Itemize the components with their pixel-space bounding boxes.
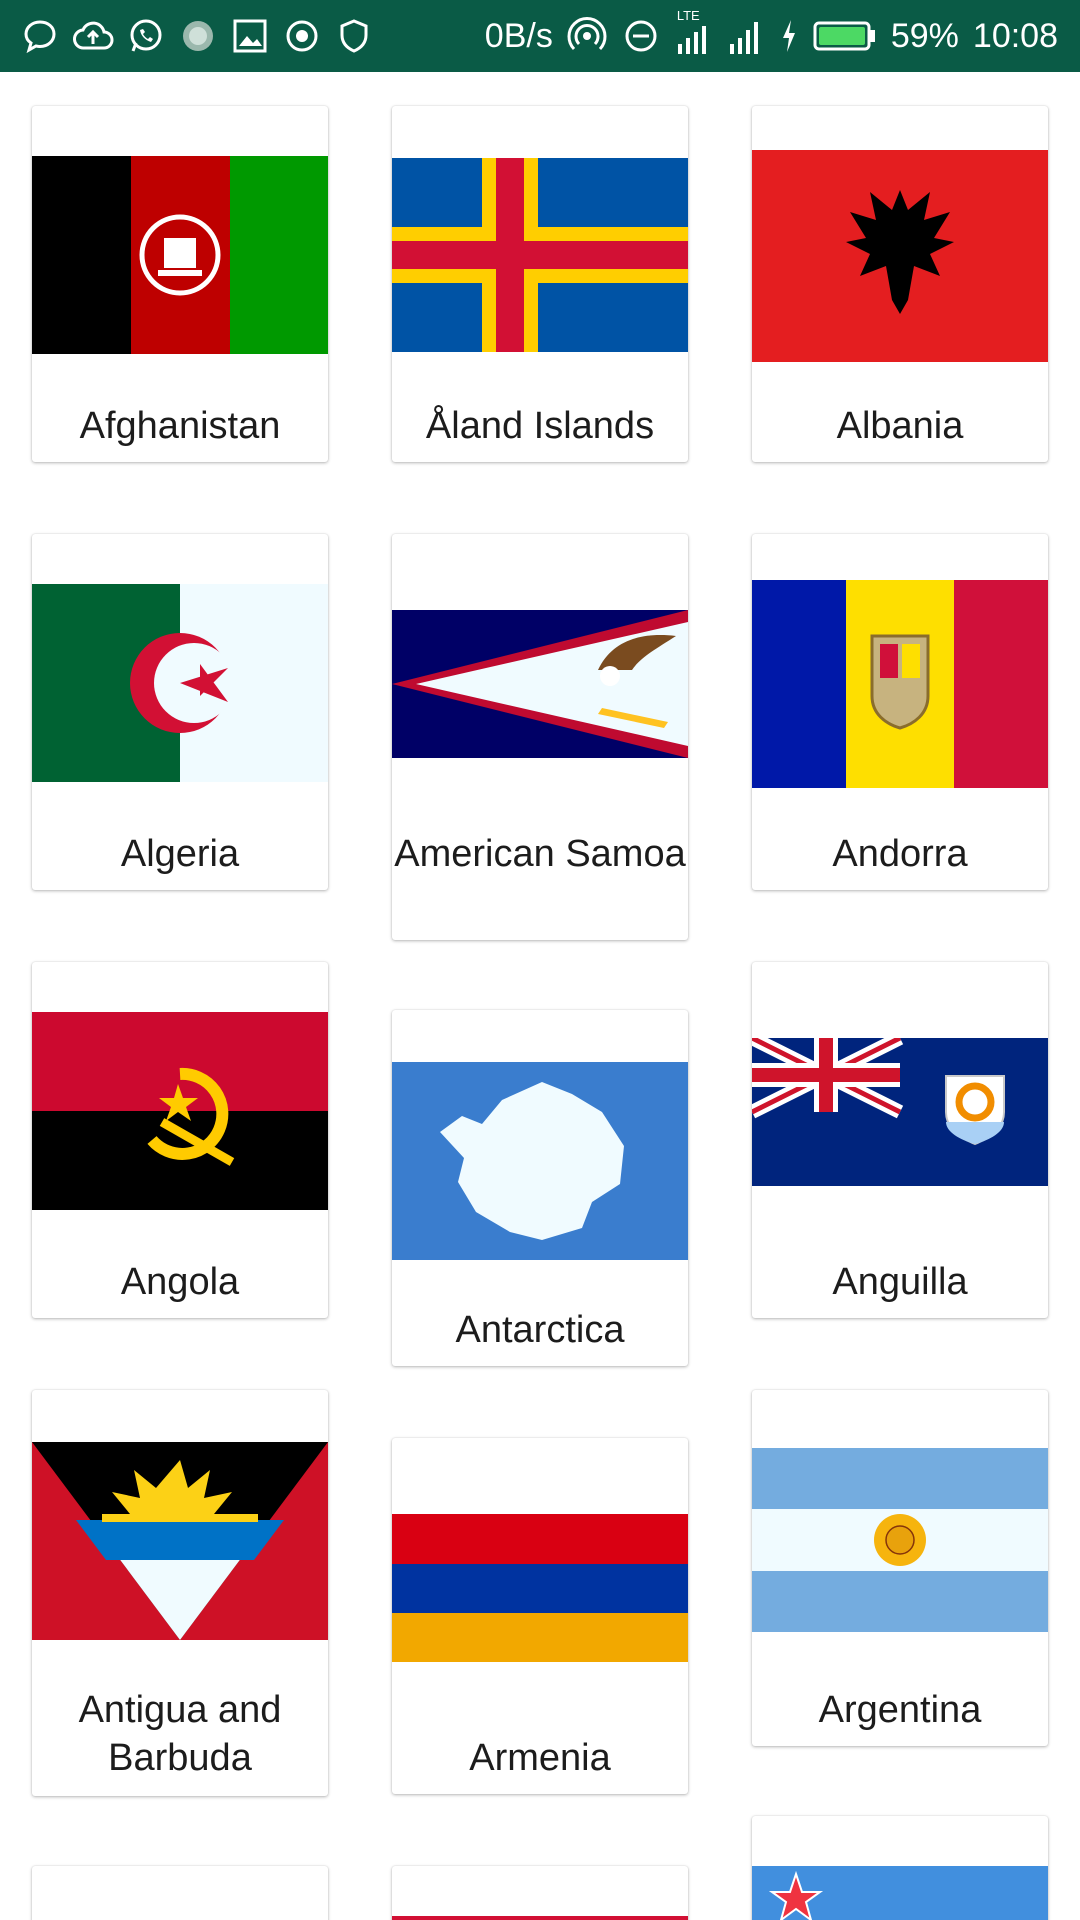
partial-red-flag (392, 1916, 688, 1920)
american-samoa-flag (392, 610, 688, 758)
country-card-antigua-and-barbuda[interactable]: Antigua and Barbuda (32, 1390, 328, 1796)
country-name: Angola (120, 1261, 240, 1303)
country-card-partial-1[interactable] (32, 1866, 328, 1920)
armenia-flag (392, 1514, 688, 1662)
angola-flag (32, 1012, 328, 1210)
country-card-andorra[interactable]: Andorra (752, 534, 1048, 890)
status-bar: 0B/s LTE 59% 10:08 (0, 0, 1080, 72)
country-name: Afghanistan (79, 405, 281, 447)
country-name: Argentina (818, 1689, 982, 1731)
system-status: 0B/s LTE 59% 10:08 (484, 8, 1058, 60)
country-card-algeria[interactable]: Algeria (32, 534, 328, 890)
country-card-partial-3[interactable] (752, 1816, 1048, 1920)
albania-flag (752, 150, 1048, 362)
network-type: LTE (676, 8, 700, 23)
hotspot-icon (567, 16, 607, 56)
country-name: Antarctica (455, 1309, 625, 1351)
dnd-icon (621, 16, 661, 56)
charging-icon (779, 16, 799, 56)
country-name: Algeria (120, 833, 240, 875)
notification-icons (20, 12, 374, 60)
country-card-partial-2[interactable] (392, 1866, 688, 1920)
argentina-flag (752, 1448, 1048, 1632)
clock: 10:08 (972, 16, 1058, 55)
algeria-flag (32, 584, 328, 782)
country-grid: Afghanistan Åland Islands Albania Algeri… (0, 72, 1080, 1920)
country-name: Anguilla (832, 1261, 968, 1303)
country-name: American Samoa (394, 833, 686, 875)
country-card-argentina[interactable]: Argentina (752, 1390, 1048, 1746)
anguilla-flag (752, 1038, 1048, 1186)
signal-lte-icon: LTE (675, 8, 713, 58)
country-card-antarctica[interactable]: Antarctica (392, 1010, 688, 1366)
whatsapp-icon (126, 16, 166, 56)
aland-islands-flag (392, 158, 688, 352)
shield-icon (334, 16, 374, 56)
antarctica-flag (392, 1062, 688, 1260)
battery-icon (813, 18, 877, 54)
country-card-aland-islands[interactable]: Åland Islands (392, 106, 688, 462)
cloud-upload-icon (72, 16, 114, 56)
loading-icon (178, 16, 218, 56)
target-icon (282, 16, 322, 56)
andorra-flag (752, 580, 1048, 788)
country-card-albania[interactable]: Albania (752, 106, 1048, 462)
image-icon (230, 16, 270, 56)
battery-percent: 59% (890, 16, 959, 55)
antigua-and-barbuda-flag (32, 1442, 328, 1640)
country-card-armenia[interactable]: Armenia (392, 1438, 688, 1794)
country-name: Antigua and Barbuda (78, 1689, 282, 1779)
partial-blue-star-flag (752, 1866, 1048, 1920)
country-name: Andorra (832, 833, 968, 875)
country-name: Åland Islands (425, 405, 655, 447)
country-name: Albania (836, 405, 964, 447)
afghanistan-flag (32, 156, 328, 354)
country-card-afghanistan[interactable]: Afghanistan (32, 106, 328, 462)
country-card-american-samoa[interactable]: American Samoa (392, 534, 688, 940)
chat-bubble-icon (20, 16, 60, 56)
country-name: Armenia (469, 1737, 611, 1779)
country-card-anguilla[interactable]: Anguilla (752, 962, 1048, 1318)
signal-icon (727, 16, 765, 56)
country-card-angola[interactable]: Angola (32, 962, 328, 1318)
network-speed: 0B/s (484, 16, 553, 55)
